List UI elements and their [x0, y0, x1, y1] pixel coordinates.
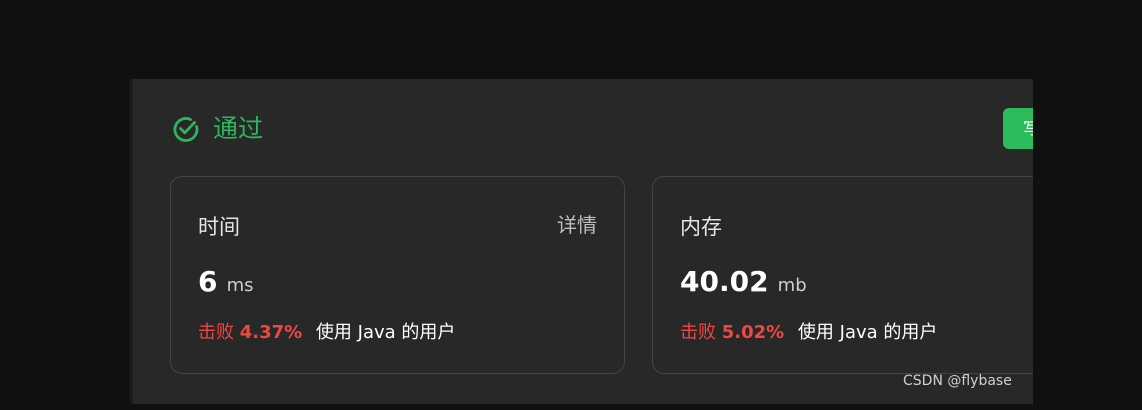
status-label: 通过 — [213, 114, 264, 143]
memory-beats-suffix: 使用 Java 的用户 — [797, 322, 938, 343]
memory-unit: mb — [777, 275, 807, 296]
status-row: 通过 — [171, 109, 263, 149]
runtime-label: 时间 — [198, 215, 240, 239]
runtime-value: 6 — [198, 265, 218, 298]
submission-result-panel: 通过 写题解 时间 详情 6 ms 击败 4.37% 使用 Java 的用户 内… — [130, 79, 1033, 404]
runtime-card: 时间 详情 6 ms 击败 4.37% 使用 Java 的用户 — [170, 176, 625, 374]
memory-beats: 击败 5.02% 使用 Java 的用户 — [680, 318, 937, 344]
memory-metric: 40.02 mb — [680, 265, 807, 298]
runtime-beats-suffix: 使用 Java 的用户 — [315, 322, 456, 343]
write-solution-button[interactable]: 写题解 — [1003, 108, 1033, 149]
runtime-beats-percent: 4.37% — [239, 322, 303, 343]
runtime-beats: 击败 4.37% 使用 Java 的用户 — [198, 318, 455, 344]
watermark: CSDN @flybase — [903, 373, 1012, 389]
runtime-metric: 6 ms — [198, 265, 254, 298]
check-circle-icon — [173, 117, 199, 142]
memory-label: 内存 — [680, 215, 722, 239]
memory-beats-percent: 5.02% — [721, 322, 785, 343]
memory-card: 内存 40.02 mb 击败 5.02% 使用 Java 的用户 — [652, 176, 1033, 374]
memory-value: 40.02 — [680, 265, 769, 298]
memory-beats-prefix: 击败 — [680, 322, 716, 343]
details-link[interactable]: 详情 — [557, 209, 597, 238]
runtime-beats-prefix: 击败 — [198, 322, 234, 343]
runtime-unit: ms — [226, 275, 254, 296]
